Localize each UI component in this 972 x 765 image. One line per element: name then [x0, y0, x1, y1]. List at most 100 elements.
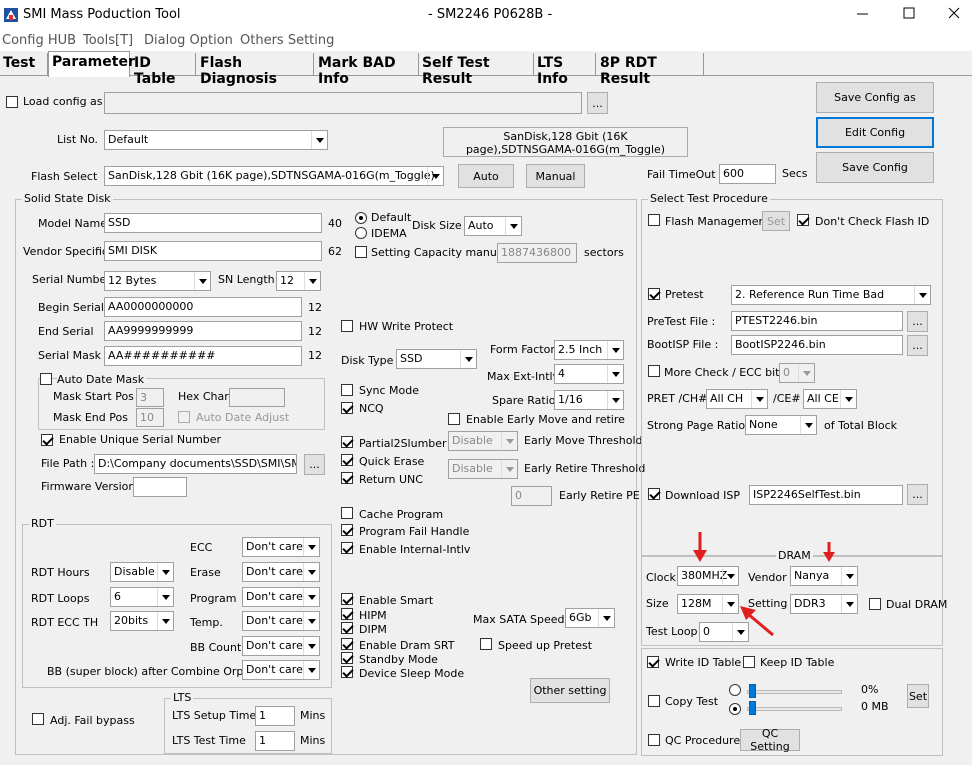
enable-unique-serial-checkbox[interactable]	[41, 434, 53, 446]
load-config-checkbox[interactable]	[6, 96, 18, 108]
download-isp-browse-button[interactable]: ...	[907, 484, 928, 505]
tab-lts-info[interactable]: LTS Info	[534, 53, 596, 87]
tab-8p-rdt-result[interactable]: 8P RDT Result	[597, 53, 704, 87]
return-unc-checkbox[interactable]	[341, 472, 353, 484]
manual-button[interactable]: Manual	[526, 164, 585, 188]
adj-fail-bypass-checkbox[interactable]	[32, 713, 44, 725]
disk-type-select[interactable]: SSD	[396, 349, 477, 369]
serial-mask-input[interactable]: AA##########	[104, 346, 302, 366]
copy-test-set-button[interactable]: Set	[907, 684, 929, 708]
size-select[interactable]: 128M	[677, 594, 739, 614]
dipm-checkbox[interactable]	[341, 622, 353, 634]
bb-count-select[interactable]: Don't care	[242, 636, 320, 656]
setting-select[interactable]: DDR3	[790, 594, 858, 614]
hex-char-input[interactable]	[229, 388, 285, 407]
spare-ratio-select[interactable]: 1/16	[554, 390, 624, 410]
quick-erase-checkbox[interactable]	[341, 454, 353, 466]
tab-self-test-result[interactable]: Self Test Result	[419, 53, 534, 87]
begin-serial-input[interactable]: AA0000000000	[104, 297, 302, 317]
file-path-input[interactable]: D:\Company documents\SSD\SMI\SM224	[94, 454, 297, 474]
setting-capacity-checkbox[interactable]	[355, 246, 367, 258]
lts-setup-time-input[interactable]: 1	[255, 706, 295, 726]
rdt-loops-select[interactable]: 6	[110, 587, 174, 607]
fail-timeout-input[interactable]: 600	[719, 164, 776, 184]
save-config-button[interactable]: Save Config	[816, 152, 934, 183]
early-move-threshold-select[interactable]: Disable	[448, 431, 518, 451]
edit-config-button[interactable]: Edit Config	[816, 117, 934, 148]
vendor-specific-input[interactable]: SMI DISK	[104, 241, 322, 261]
menu-config-hub[interactable]: Config HUB	[2, 33, 76, 48]
default-radio[interactable]	[355, 212, 367, 224]
sync-mode-checkbox[interactable]	[341, 384, 353, 396]
close-icon[interactable]	[946, 5, 962, 21]
menu-others-setting[interactable]: Others Setting	[240, 33, 334, 48]
more-check-select[interactable]: 0	[779, 363, 815, 383]
minimize-icon[interactable]	[855, 5, 871, 21]
enable-smart-checkbox[interactable]	[341, 593, 353, 605]
form-factor-select[interactable]: 2.5 Inch	[554, 340, 624, 360]
end-serial-input[interactable]: AA9999999999	[104, 321, 302, 341]
copy-test-checkbox[interactable]	[648, 695, 660, 707]
cache-program-checkbox[interactable]	[341, 507, 353, 519]
menu-dialog-option[interactable]: Dialog Option	[144, 33, 233, 48]
dual-dram-checkbox[interactable]	[869, 598, 881, 610]
tab-parameter[interactable]: Parameter	[48, 51, 135, 77]
qc-setting-button[interactable]: QC Setting	[740, 727, 800, 753]
rdt-hours-select[interactable]: Disable	[110, 562, 174, 582]
tab-mark-bad-info[interactable]: Mark BAD Info	[315, 53, 419, 87]
more-check-checkbox[interactable]	[648, 365, 660, 377]
maximize-icon[interactable]	[901, 5, 917, 21]
auto-date-mask-checkbox[interactable]	[40, 373, 52, 385]
pretest-file-input[interactable]: PTEST2246.bin	[731, 311, 903, 331]
tab-flash-diagnosis[interactable]: Flash Diagnosis	[197, 53, 314, 87]
lts-test-time-input[interactable]: 1	[255, 731, 295, 751]
dont-check-flash-id-checkbox[interactable]	[797, 214, 809, 226]
hipm-checkbox[interactable]	[341, 608, 353, 620]
bootisp-file-browse-button[interactable]: ...	[907, 335, 928, 356]
pretest-select[interactable]: 2. Reference Run Time Bad	[731, 285, 931, 305]
bootisp-file-input[interactable]: BootISP2246.bin	[731, 335, 903, 355]
firmware-version-input[interactable]	[133, 477, 187, 497]
vendor-select[interactable]: Nanya	[790, 566, 858, 586]
flash-select[interactable]: SanDisk,128 Gbit (16K page),SDTNSGAMA-01…	[104, 166, 444, 186]
model-name-input[interactable]: SSD	[104, 213, 322, 233]
pret-ch-select[interactable]: All CH	[706, 389, 768, 409]
mask-end-input[interactable]: 10	[136, 408, 164, 427]
temp-select[interactable]: Don't care	[242, 611, 320, 631]
enable-internal-intlv-checkbox[interactable]	[341, 542, 353, 554]
partial2slumber-checkbox[interactable]	[341, 436, 353, 448]
rdt-ecc-th-select[interactable]: 20bits	[110, 611, 174, 631]
early-move-checkbox[interactable]	[448, 413, 460, 425]
mask-start-input[interactable]: 3	[136, 388, 164, 407]
copy-test-radio-mb[interactable]	[729, 703, 741, 715]
write-id-table-checkbox[interactable]	[647, 656, 659, 668]
ncq-checkbox[interactable]	[341, 402, 353, 414]
auto-button[interactable]: Auto	[458, 164, 514, 188]
capacity-input[interactable]: 1887436800	[497, 243, 577, 263]
program-select[interactable]: Don't care	[242, 587, 320, 607]
sn-length-select[interactable]: 12	[276, 271, 321, 291]
flash-management-set-button[interactable]: Set	[762, 211, 790, 231]
pct-slider-thumb[interactable]	[749, 684, 756, 698]
mb-slider-track[interactable]	[747, 707, 842, 711]
save-config-as-button[interactable]: Save Config as	[816, 82, 934, 113]
erase-select[interactable]: Don't care	[242, 562, 320, 582]
pretest-file-browse-button[interactable]: ...	[907, 311, 928, 332]
ecc-select[interactable]: Don't care	[242, 537, 320, 557]
idema-radio[interactable]	[355, 227, 367, 239]
download-isp-checkbox[interactable]	[648, 488, 660, 500]
disk-size-select[interactable]: Auto	[464, 216, 522, 236]
list-no-select[interactable]: Default	[104, 130, 328, 150]
speed-up-pretest-checkbox[interactable]	[480, 638, 492, 650]
clock-select[interactable]: 380MHZ	[677, 566, 739, 586]
max-ext-intlv-select[interactable]: 4	[554, 364, 624, 384]
qc-procedure-checkbox[interactable]	[648, 734, 660, 746]
early-retire-threshold-select[interactable]: Disable	[448, 459, 518, 479]
ce-select[interactable]: All CE	[803, 389, 857, 409]
load-config-input[interactable]	[104, 92, 582, 114]
early-retire-pe-input[interactable]: 0	[511, 486, 552, 506]
other-setting-button[interactable]: Other setting	[530, 678, 610, 703]
strong-page-ratio-select[interactable]: None	[745, 415, 817, 435]
tab-test[interactable]: Test	[0, 53, 48, 75]
tab-id-table[interactable]: ID Table	[131, 53, 196, 87]
